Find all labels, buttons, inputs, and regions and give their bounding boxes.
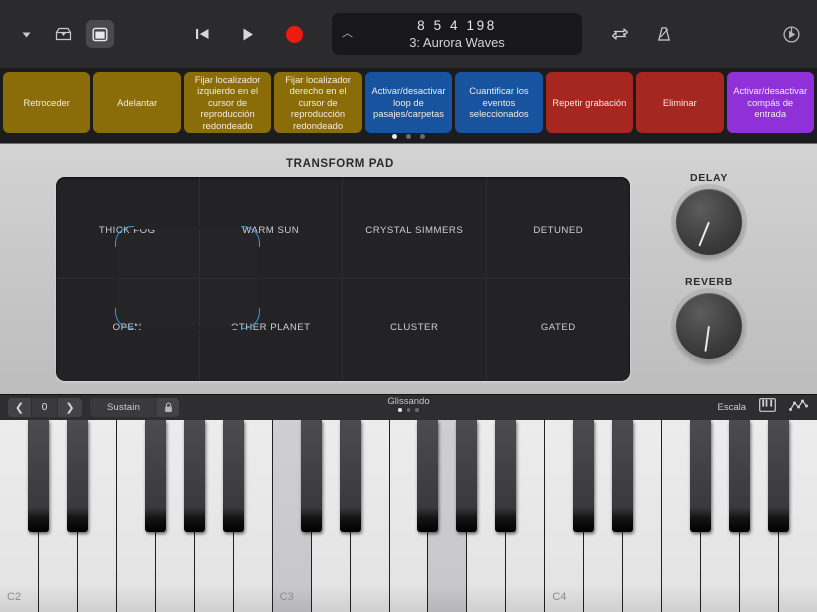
scale-label[interactable]: Escala: [717, 402, 746, 413]
garageband-window: ︿ 8 5 4 198 3: Aurora Waves: [0, 0, 817, 612]
arpeggiator-icon[interactable]: [789, 398, 808, 417]
cycle-loop-icon[interactable]: [606, 20, 634, 48]
sustain-control[interactable]: Sustain: [90, 398, 179, 417]
action-button-right-locator[interactable]: Fijar localizador derecho en el cursor d…: [274, 72, 361, 133]
record-button[interactable]: [282, 22, 306, 46]
keyboard-control-strip: ❮ 0 ❯ Sustain Glissando Escala: [0, 394, 817, 420]
black-key[interactable]: [612, 420, 633, 532]
pad-cell-label: OTHER PLANET: [231, 322, 311, 381]
glissando-label: Glissando: [387, 396, 429, 407]
black-key[interactable]: [145, 420, 166, 532]
delay-knob[interactable]: DELAY: [664, 172, 754, 255]
pager-dot[interactable]: [392, 134, 397, 139]
black-key[interactable]: [340, 420, 361, 532]
glissando-pager-dot[interactable]: [407, 408, 411, 412]
pager-dot[interactable]: [420, 134, 425, 139]
pager-dot[interactable]: [406, 134, 411, 139]
black-key[interactable]: [184, 420, 205, 532]
action-button-quantize-events[interactable]: Cuantificar los eventos seleccionados: [455, 72, 542, 133]
knob-indicator-icon: [704, 326, 710, 352]
lock-icon[interactable]: [157, 398, 179, 417]
transport-controls: [190, 22, 306, 46]
transform-pad-title: TRANSFORM PAD: [0, 158, 680, 170]
browser-window-icon[interactable]: [86, 20, 114, 48]
record-dot-icon: [286, 26, 303, 43]
settings-icon[interactable]: [777, 20, 805, 48]
knob-indicator-icon: [698, 222, 710, 247]
glissando-pager: [398, 408, 419, 412]
play-button[interactable]: [236, 22, 260, 46]
black-key[interactable]: [573, 420, 594, 532]
black-key[interactable]: [729, 420, 750, 532]
keyboard-strip-right-group: Escala: [717, 398, 808, 417]
pad-cell-label: WARM SUN: [242, 177, 299, 236]
lcd-position-value: 8 5 4 198: [417, 18, 497, 33]
pad-cell-warm-sun[interactable]: WARM SUN: [200, 177, 344, 279]
reverb-knob-label: REVERB: [664, 276, 754, 288]
black-key[interactable]: [223, 420, 244, 532]
action-button-count-in[interactable]: Activar/desactivar compás de entrada: [727, 72, 814, 133]
toolbar-right-icon-group: [606, 20, 678, 48]
lcd-expand-caret-icon[interactable]: ︿: [342, 29, 353, 40]
pad-cell-label: THICK FOG: [99, 177, 156, 236]
action-button-adelantar[interactable]: Adelantar: [93, 72, 180, 133]
octave-stepper: ❮ 0 ❯: [8, 398, 82, 417]
pad-cell-crystal-simmers[interactable]: CRYSTAL SIMMERS: [343, 177, 487, 279]
pad-cell-label: DETUNED: [533, 177, 583, 236]
keyboard-icon[interactable]: [759, 398, 776, 417]
black-key[interactable]: [495, 420, 516, 532]
black-key[interactable]: [417, 420, 438, 532]
action-button-retroceder[interactable]: Retroceder: [3, 72, 90, 133]
octave-value: 0: [32, 398, 58, 417]
key-label: C4: [552, 591, 566, 603]
pad-cell-open[interactable]: OPEN: [56, 279, 200, 381]
pad-cell-label: CRYSTAL SIMMERS: [365, 177, 463, 236]
chevron-down-icon[interactable]: [12, 20, 40, 48]
pad-cell-label: GATED: [541, 322, 576, 381]
pad-cell-cluster[interactable]: CLUSTER: [343, 279, 487, 381]
action-button-toggle-loop[interactable]: Activar/desactivar loop de pasajes/carpe…: [365, 72, 452, 133]
pad-cell-other-planet[interactable]: OTHER PLANET: [200, 279, 344, 381]
action-button-repeat-recording[interactable]: Repetir grabación: [546, 72, 633, 133]
pad-cell-gated[interactable]: GATED: [487, 279, 631, 381]
action-button-left-locator[interactable]: Fijar localizador izquierdo en el cursor…: [184, 72, 271, 133]
piano-keyboard[interactable]: C2 C3 C4: [0, 420, 817, 612]
key-label: C2: [7, 591, 21, 603]
delay-knob-label: DELAY: [664, 172, 754, 184]
action-button-row: Retroceder Adelantar Fijar localizador i…: [0, 68, 817, 143]
toolbar-left-icon-group: [12, 20, 114, 48]
reverb-knob[interactable]: REVERB: [664, 276, 754, 359]
transform-pad-grid[interactable]: THICK FOG WARM SUN CRYSTAL SIMMERS DETUN…: [56, 177, 630, 381]
library-tray-icon[interactable]: [49, 20, 77, 48]
pad-cell-thick-fog[interactable]: THICK FOG: [56, 177, 200, 279]
top-toolbar: ︿ 8 5 4 198 3: Aurora Waves: [0, 0, 817, 68]
pad-cell-label: CLUSTER: [390, 322, 438, 381]
key-label: C3: [280, 591, 294, 603]
black-key[interactable]: [768, 420, 789, 532]
black-key[interactable]: [456, 420, 477, 532]
delay-knob-dial[interactable]: [676, 189, 742, 255]
lcd-track-name: 3: Aurora Waves: [409, 35, 505, 50]
octave-up-button[interactable]: ❯: [58, 398, 82, 417]
black-key[interactable]: [67, 420, 88, 532]
glissando-pager-dot[interactable]: [415, 408, 419, 412]
transform-pad-panel: TRANSFORM PAD THICK FOG WARM SUN CRYSTAL…: [0, 143, 817, 394]
glissando-pager-dot[interactable]: [398, 408, 402, 412]
octave-down-button[interactable]: ❮: [8, 398, 32, 417]
pad-cell-label: OPEN: [113, 322, 142, 381]
action-button-delete[interactable]: Eliminar: [636, 72, 723, 133]
sustain-label: Sustain: [90, 402, 157, 413]
black-key[interactable]: [690, 420, 711, 532]
black-key[interactable]: [28, 420, 49, 532]
lcd-text-stack: 8 5 4 198 3: Aurora Waves: [332, 18, 582, 50]
rewind-to-start-button[interactable]: [190, 22, 214, 46]
black-key[interactable]: [301, 420, 322, 532]
action-row-pager: [0, 134, 817, 139]
reverb-knob-dial[interactable]: [676, 293, 742, 359]
pad-cell-detuned[interactable]: DETUNED: [487, 177, 631, 279]
lcd-display[interactable]: ︿ 8 5 4 198 3: Aurora Waves: [332, 13, 582, 55]
metronome-icon[interactable]: [650, 20, 678, 48]
